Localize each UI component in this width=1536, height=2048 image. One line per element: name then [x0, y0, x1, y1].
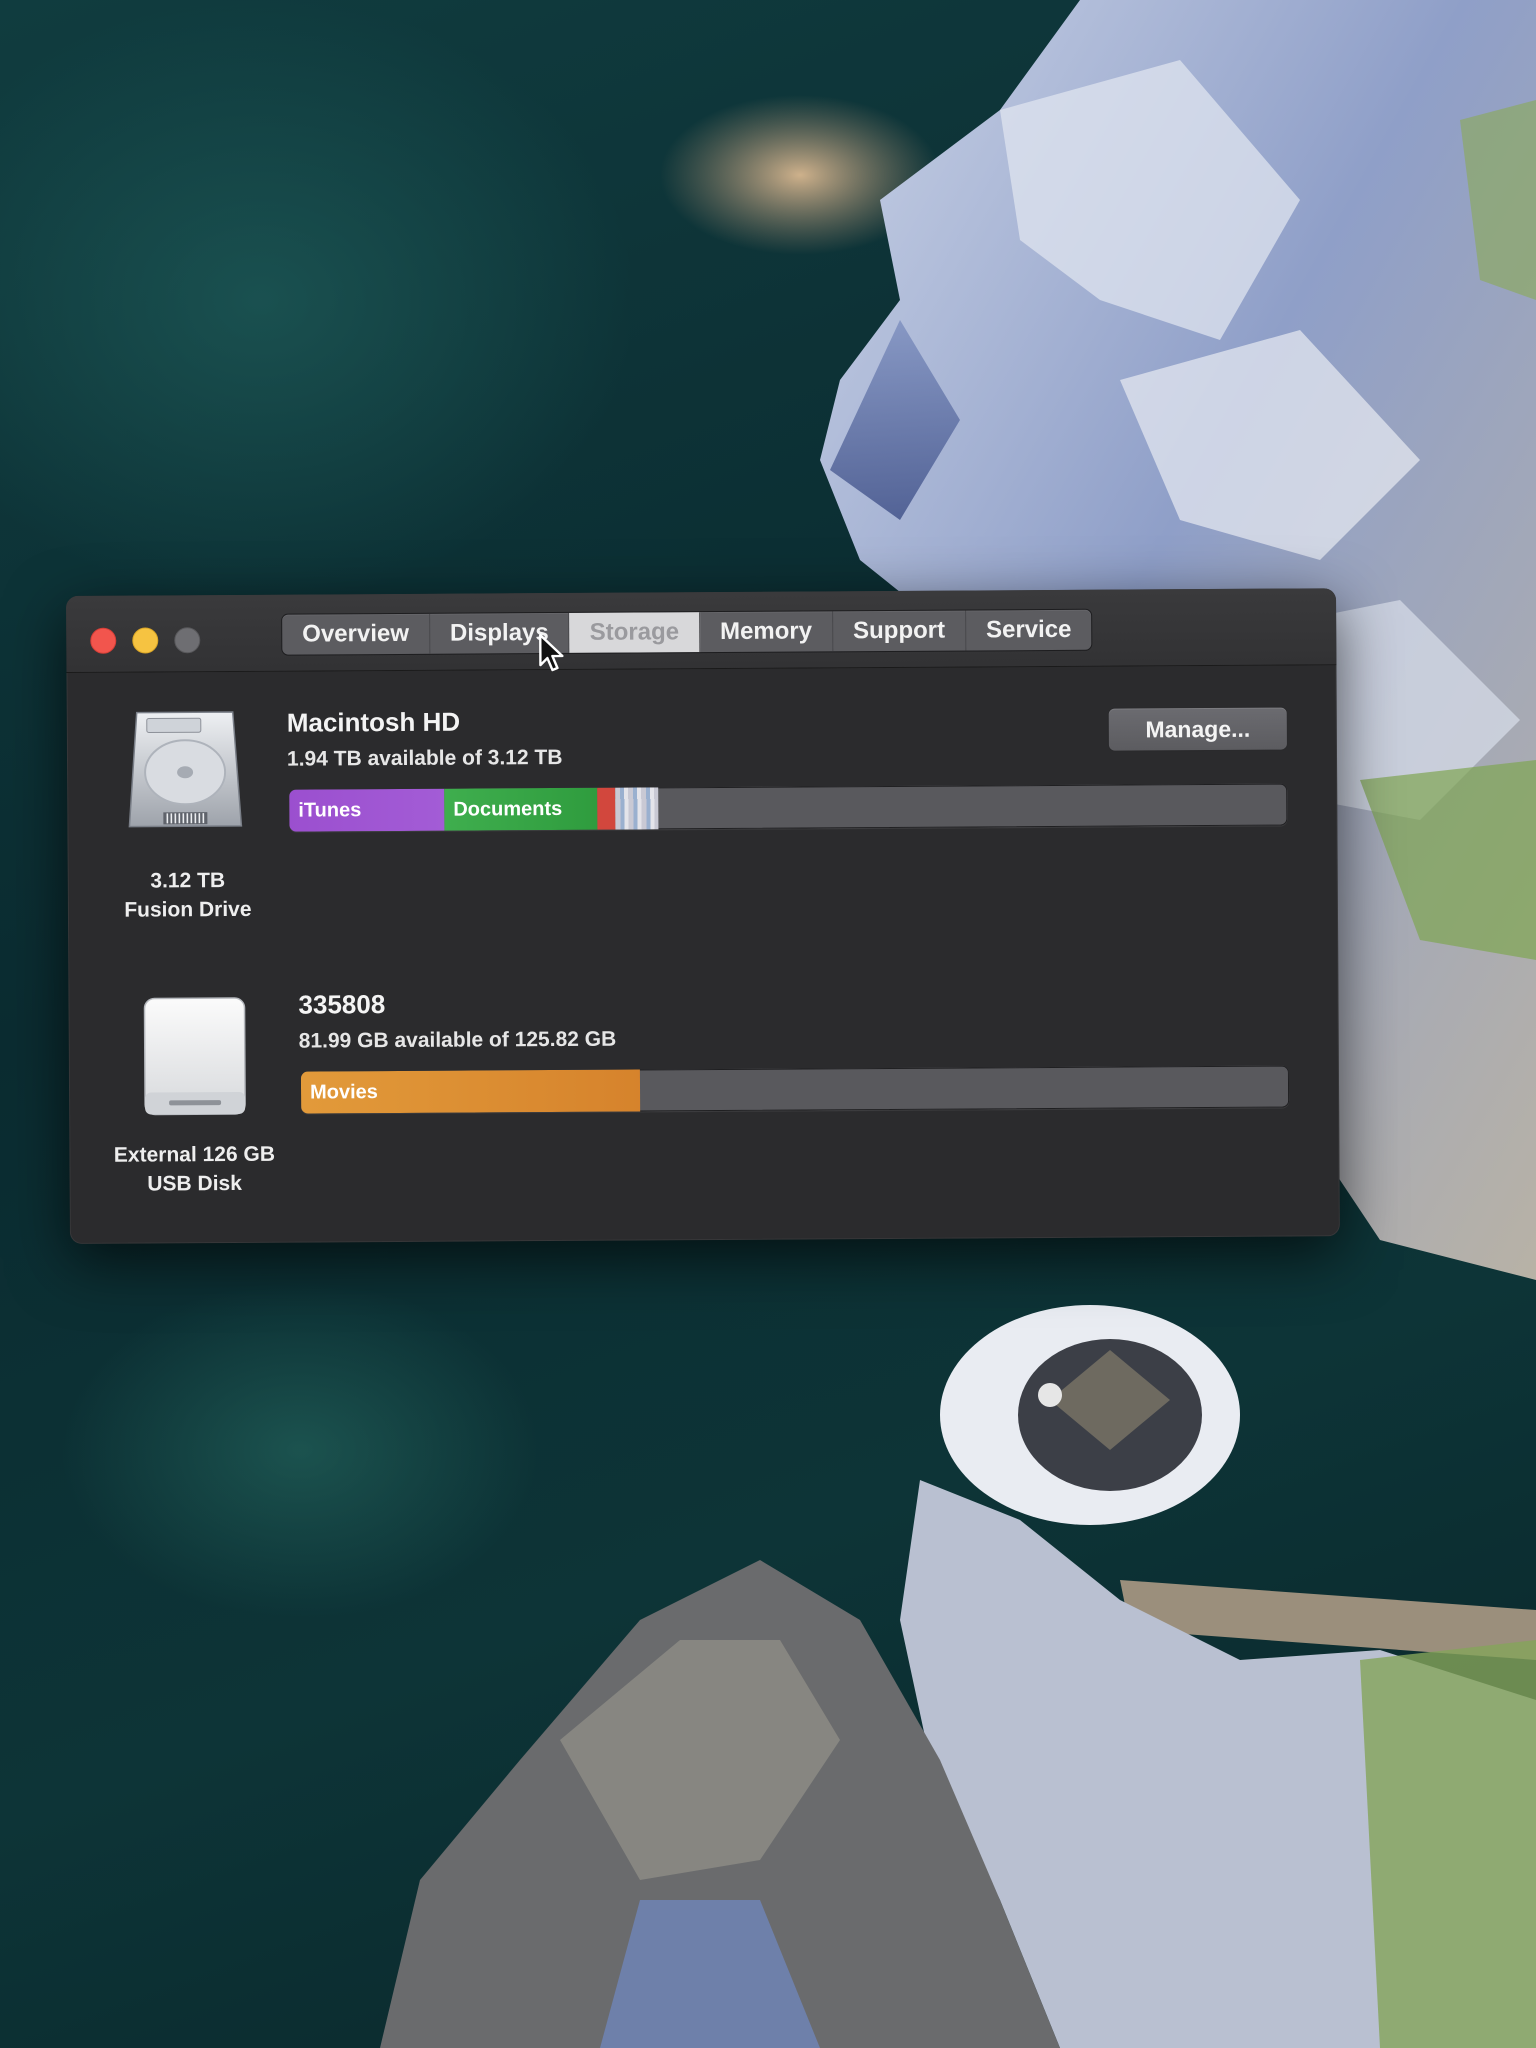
close-window-button[interactable]	[90, 627, 117, 654]
storage-segment-other-3	[615, 787, 659, 830]
storage-segment-itunes: iTunes	[289, 788, 445, 832]
drive-type-line2: Fusion Drive	[124, 897, 252, 922]
external-drive-label: External 126 GB USB Disk	[99, 1140, 289, 1199]
tab-overview[interactable]: Overview	[282, 613, 431, 655]
mouse-pointer-icon	[539, 633, 564, 672]
zoom-window-button[interactable]	[174, 627, 201, 654]
about-this-mac-window: Overview Displays Storage Memory Support…	[66, 588, 1340, 1244]
manage-button[interactable]: Manage...	[1108, 707, 1287, 751]
external-drive-availability: 81.99 GB available of 125.82 GB	[298, 1027, 617, 1053]
storage-segment-movies: Movies	[300, 1069, 641, 1114]
hard-drive-icon	[128, 711, 243, 828]
tab-storage[interactable]: Storage	[569, 612, 701, 653]
drive-name: Macintosh HD	[286, 706, 461, 738]
external-drive-line1: External 126 GB	[113, 1142, 276, 1167]
storage-segment-other-2	[597, 787, 616, 830]
storage-segment-documents: Documents	[444, 787, 598, 831]
storage-usage-bar: iTunes Documents	[289, 783, 1288, 832]
window-titlebar: Overview Displays Storage Memory Support…	[66, 588, 1337, 673]
tab-support[interactable]: Support	[832, 610, 967, 652]
drive-availability: 1.94 TB available of 3.12 TB	[286, 745, 563, 771]
drive-capacity-label: 3.12 TB Fusion Drive	[108, 866, 268, 925]
external-disk-icon	[143, 997, 246, 1116]
external-storage-usage-bar: Movies	[300, 1065, 1290, 1114]
tab-service[interactable]: Service	[966, 610, 1092, 651]
tab-memory[interactable]: Memory	[699, 611, 834, 653]
external-drive-name: 335808	[298, 989, 386, 1020]
storage-pane: 3.12 TB Fusion Drive Macintosh HD 1.94 T…	[66, 665, 1339, 1244]
drive-capacity-line1: 3.12 TB	[150, 869, 226, 893]
minimize-window-button[interactable]	[132, 627, 159, 654]
tab-bar: Overview Displays Storage Memory Support…	[282, 609, 1092, 655]
external-drive-line2: USB Disk	[147, 1171, 242, 1196]
